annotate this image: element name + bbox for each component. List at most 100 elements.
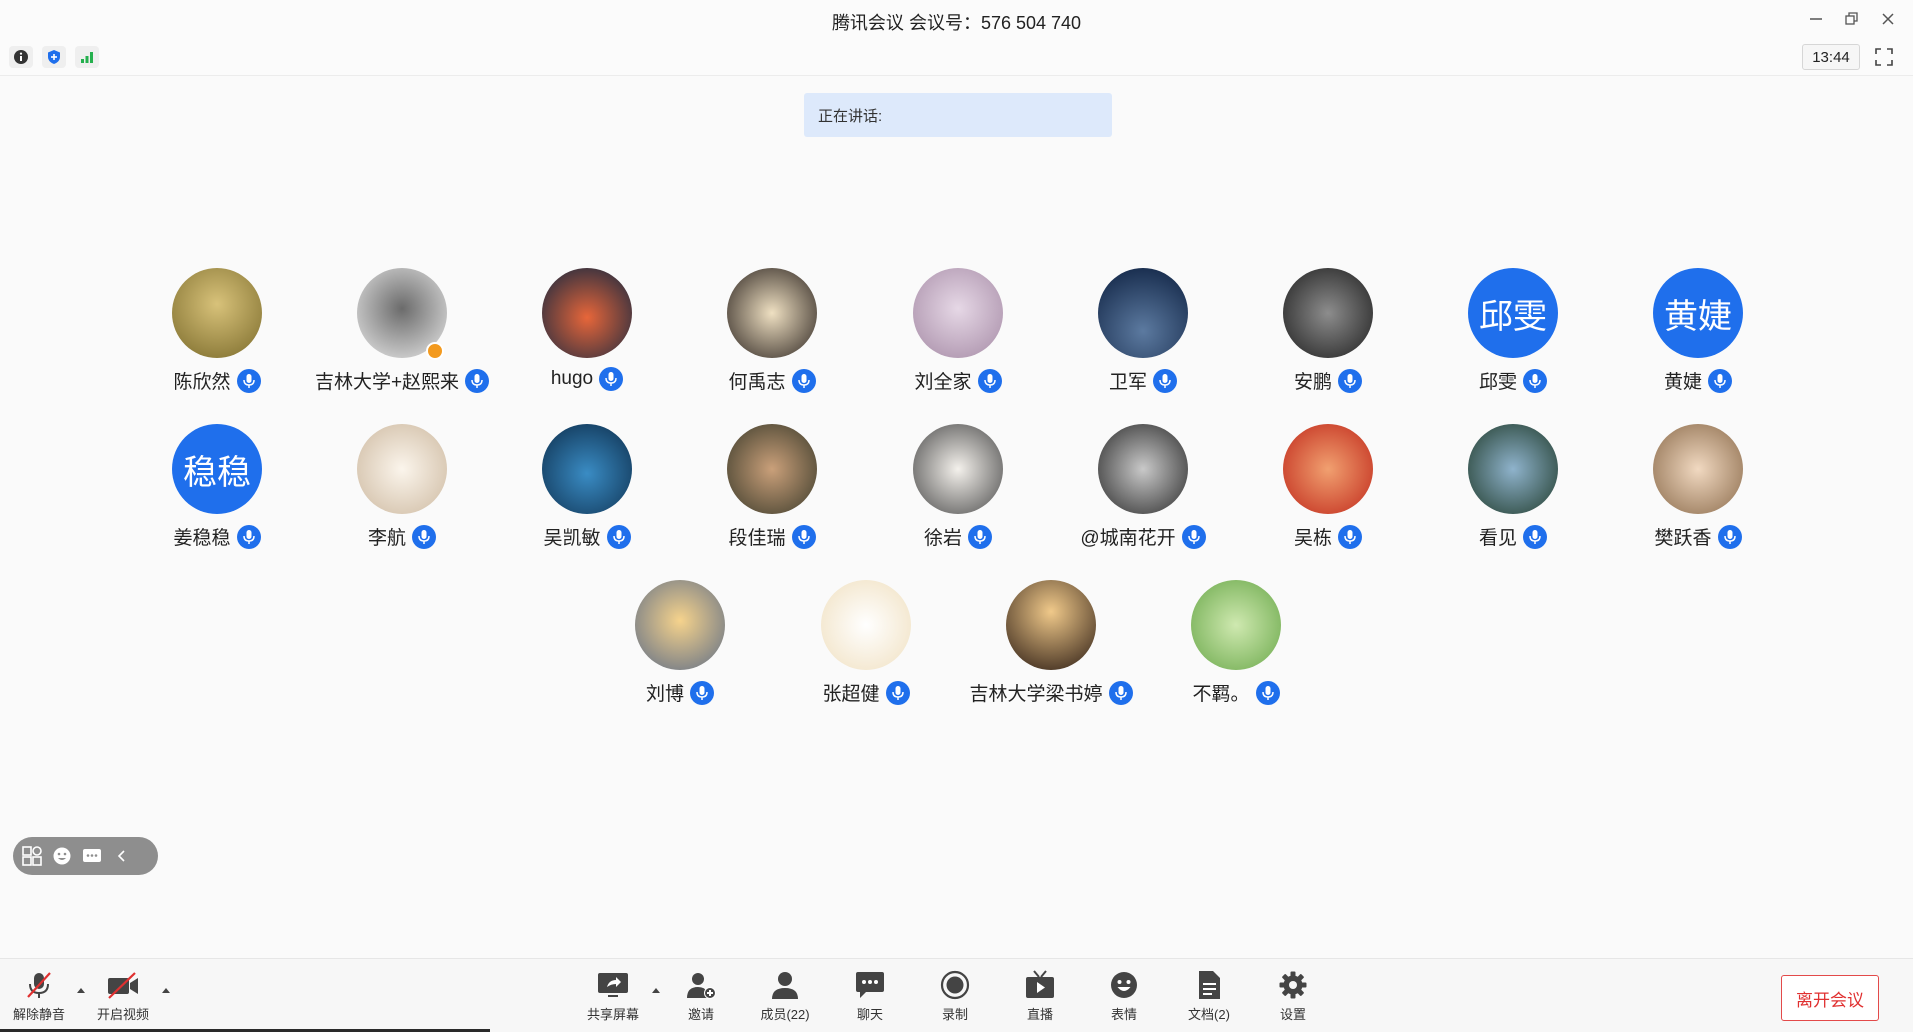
avatar [1283,424,1373,514]
participant-tile[interactable]: 何禹志 [682,268,862,398]
participant-nameline: 段佳瑞 [682,523,862,550]
mic-status-icon [606,524,631,549]
start-video-label: 开启视频 [96,1007,149,1022]
record-button[interactable]: 录制 [920,969,990,1027]
participant-tile[interactable]: 陈欣然 [127,268,307,398]
participant-tile[interactable]: 张超健 [776,580,956,710]
mic-icon [797,529,810,544]
layout-icon [22,846,42,866]
members-button[interactable]: 成员(22) [750,969,820,1027]
mic-icon [1344,529,1356,544]
avatar [1098,268,1188,358]
title-bar: 腾讯会议 会议号：576 504 740 [0,0,1913,38]
mic-icon [696,685,708,700]
restore-button[interactable] [1840,8,1864,30]
participant-tile[interactable]: 樊跃香 [1608,424,1788,554]
participant-nameline: 刘全家 [868,367,1048,394]
reactions-button[interactable]: 表情 [1089,969,1159,1027]
settings-button[interactable]: 设置 [1258,969,1328,1027]
participant-tile[interactable]: 邱雯 邱雯 [1423,268,1603,398]
mic-status-icon [791,524,816,549]
participant-tile[interactable]: 段佳瑞 [682,424,862,554]
participant-name: 何禹志 [728,372,786,393]
mic-icon [242,373,255,388]
layout-button[interactable] [21,845,43,867]
participant-tile[interactable]: 吴栋 [1238,424,1418,554]
mic-status-icon [885,680,910,705]
share-options-button[interactable] [650,985,662,995]
unmute-button[interactable]: 解除静音 [4,969,74,1027]
mic-icon [1187,529,1200,544]
participant-nameline: 黄婕 [1608,367,1788,394]
audio-options-button[interactable] [75,985,87,995]
share-screen-button[interactable]: 共享屏幕 [578,969,648,1027]
participant-tile[interactable]: 卫军 [1053,268,1233,398]
live-icon [1026,970,1054,998]
avatar [172,268,262,358]
speaking-indicator: 正在讲话: [804,93,1112,137]
caption-button[interactable] [81,845,103,867]
participant-name: 不羁。 [1192,684,1250,705]
start-video-button[interactable]: 开启视频 [88,969,158,1027]
fullscreen-button[interactable] [1872,46,1896,68]
live-button[interactable]: 直播 [1005,969,1075,1027]
minimize-button[interactable] [1804,8,1828,30]
mic-icon [1159,373,1171,388]
participant-nameline: 吉林大学+赵熙来 [312,367,492,394]
participant-name: 卫军 [1108,372,1147,393]
participant-tile[interactable]: 刘全家 [868,268,1048,398]
participant-name: 吉林大学+赵熙来 [314,372,460,393]
avatar [913,424,1003,514]
participant-nameline: 陈欣然 [127,367,307,394]
participant-name: 徐岩 [923,528,962,549]
network-status-button[interactable] [75,46,99,68]
mic-icon [1114,685,1127,700]
video-options-button[interactable] [160,985,172,995]
participant-tile[interactable]: 稳稳 姜稳稳 [127,424,307,554]
mic-icon [605,372,617,386]
gear-icon [1279,971,1307,999]
participant-tile[interactable]: 李航 [312,424,492,554]
info-icon [14,50,28,64]
participant-name: 看见 [1478,528,1517,549]
caret-up-icon [162,988,170,993]
meeting-info-button[interactable] [9,46,33,68]
participant-nameline: 李航 [312,523,492,550]
video-off-icon [108,972,138,999]
reaction-button[interactable] [51,845,73,867]
invite-button[interactable]: 邀请 [666,969,736,1027]
mic-status-icon [599,367,624,391]
participant-nameline: 何禹志 [682,367,862,394]
participant-nameline: 吴凯敏 [497,523,677,550]
mic-status-icon [690,680,714,705]
participant-tile[interactable]: 不羁。 [1146,580,1326,710]
collapse-button[interactable] [111,845,133,867]
share-screen-label: 共享屏幕 [586,1007,639,1022]
participant-tile[interactable]: 徐岩 [868,424,1048,554]
documents-button[interactable]: 文档(2) [1174,969,1244,1027]
mic-icon [1723,529,1736,544]
security-button[interactable] [42,46,66,68]
participant-name: 黄婕 [1663,372,1702,393]
participant-nameline: 吴栋 [1238,523,1418,550]
participant-tile[interactable]: 黄婕 黄婕 [1608,268,1788,398]
participant-tile[interactable]: 看见 [1423,424,1603,554]
chat-button[interactable]: 聊天 [835,969,905,1027]
close-icon [1882,13,1894,25]
avatar [542,424,632,514]
participant-tile[interactable]: 吉林大学梁书婷 [961,580,1141,710]
participant-tile[interactable]: 吴凯敏 [497,424,677,554]
mic-status-icon [1181,524,1206,549]
participant-tile[interactable]: 刘博 [590,580,770,710]
close-button[interactable] [1876,8,1900,30]
participant-nameline: 安鹏 [1238,367,1418,394]
participant-tile[interactable]: 安鹏 [1238,268,1418,398]
participant-tile[interactable]: hugo [497,268,677,398]
participant-tile[interactable]: @城南花开 [1053,424,1233,554]
leave-meeting-button[interactable]: 离开会议 [1781,975,1879,1021]
view-toolbar [13,837,158,875]
participant-nameline: 徐岩 [868,523,1048,550]
mic-icon [471,373,483,388]
mic-status-icon [1338,368,1362,393]
participant-tile[interactable]: 吉林大学+赵熙来 [312,268,492,398]
